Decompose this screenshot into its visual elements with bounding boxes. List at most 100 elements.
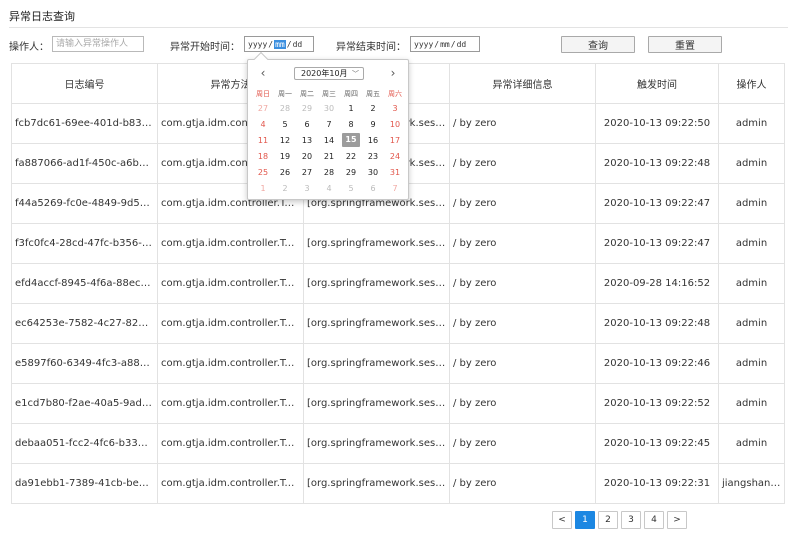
end-date-month[interactable]: mm	[440, 40, 450, 49]
calendar-day[interactable]: 23	[362, 148, 384, 164]
calendar-day[interactable]: 2	[362, 100, 384, 116]
page-button-4[interactable]: 4	[644, 511, 664, 529]
calendar-day[interactable]: 14	[318, 132, 340, 148]
calendar-day[interactable]: 3	[296, 180, 318, 196]
calendar-day[interactable]: 6	[296, 116, 318, 132]
cell-trigger-time: 2020-10-13 09:22:47	[595, 223, 719, 264]
end-date-sep-2: /	[450, 39, 456, 49]
calendar-day[interactable]: 18	[252, 148, 274, 164]
calendar-day[interactable]: 31	[384, 164, 406, 180]
calendar-day[interactable]: 7	[384, 180, 406, 196]
calendar-day[interactable]: 3	[384, 100, 406, 116]
chevron-right-icon[interactable]: ›	[387, 66, 399, 80]
calendar-day[interactable]: 27	[252, 100, 274, 116]
page-button-1[interactable]: 1	[575, 511, 595, 529]
calendar-day[interactable]: 16	[362, 132, 384, 148]
cell-operator: admin	[718, 383, 785, 424]
cell-method: com.gtja.idm.controller.TestCo...	[157, 343, 304, 384]
weekday-mon: 周一	[278, 90, 292, 98]
calendar-week: 25 26 27 28 29 30 31	[252, 164, 406, 180]
table-row: e5897f60-6349-4fc3-a889-8d... com.gtja.i…	[11, 343, 785, 384]
calendar-day[interactable]: 28	[274, 100, 296, 116]
cell-trigger-time: 2020-10-13 09:22:45	[595, 423, 719, 464]
calendar-day[interactable]: 19	[274, 148, 296, 164]
month-select[interactable]: 2020年10月 ﹀	[294, 67, 364, 80]
calendar-day[interactable]: 29	[340, 164, 362, 180]
calendar-day-selected[interactable]: 15	[340, 132, 362, 148]
calendar-day[interactable]: 1	[340, 100, 362, 116]
calendar-day[interactable]: 4	[318, 180, 340, 196]
calendar-day[interactable]: 27	[296, 164, 318, 180]
calendar-day[interactable]: 6	[362, 180, 384, 196]
cell-log-id: da91ebb1-7389-41cb-bee0-1...	[11, 463, 158, 504]
calendar-week: 4 5 6 7 8 9 10	[252, 116, 406, 132]
calendar-day[interactable]: 13	[296, 132, 318, 148]
calendar-day[interactable]: 9	[362, 116, 384, 132]
cell-detail: / by zero	[449, 103, 596, 144]
weekday-fri: 周五	[366, 90, 380, 98]
cell-exception-name: [org.springframework.session....	[303, 423, 450, 464]
calendar-day[interactable]: 10	[384, 116, 406, 132]
end-date-year[interactable]: yyyy	[414, 40, 433, 49]
reset-button[interactable]: 重置	[648, 36, 722, 53]
selected-day[interactable]: 15	[342, 133, 360, 147]
calendar-day[interactable]: 29	[296, 100, 318, 116]
cell-operator: admin	[718, 103, 785, 144]
calendar-day[interactable]: 24	[384, 148, 406, 164]
end-date-day[interactable]: dd	[457, 40, 467, 49]
calendar-day[interactable]: 12	[274, 132, 296, 148]
calendar-day[interactable]: 30	[362, 164, 384, 180]
calendar-day[interactable]: 30	[318, 100, 340, 116]
page-button-3[interactable]: 3	[621, 511, 641, 529]
prev-page-button[interactable]: <	[552, 511, 572, 529]
end-date-input[interactable]: yyyy / mm / dd	[410, 36, 480, 52]
cell-log-id: f44a5269-fc0e-4849-9d51-7e1...	[11, 183, 158, 224]
cell-log-id: debaa051-fcc2-4fc6-b338-044...	[11, 423, 158, 464]
calendar-day[interactable]: 22	[340, 148, 362, 164]
cell-detail: / by zero	[449, 143, 596, 184]
calendar-day[interactable]: 2	[274, 180, 296, 196]
page-button-2[interactable]: 2	[598, 511, 618, 529]
calendar-day[interactable]: 4	[252, 116, 274, 132]
start-date-day[interactable]: dd	[293, 40, 303, 49]
calendar-day[interactable]: 28	[318, 164, 340, 180]
calendar-day[interactable]: 20	[296, 148, 318, 164]
cell-log-id: f3fc0fc4-28cd-47fc-b356-de3e...	[11, 223, 158, 264]
next-page-button[interactable]: >	[667, 511, 687, 529]
calendar-day[interactable]: 11	[252, 132, 274, 148]
calendar-day[interactable]: 17	[384, 132, 406, 148]
cell-operator: admin	[718, 143, 785, 184]
start-date-month[interactable]: mm	[274, 39, 286, 49]
cell-trigger-time: 2020-10-13 09:22:46	[595, 343, 719, 384]
calendar-day[interactable]: 5	[340, 180, 362, 196]
table-row: da91ebb1-7389-41cb-bee0-1... com.gtja.id…	[11, 463, 785, 504]
calendar-day[interactable]: 7	[318, 116, 340, 132]
end-time-label: 异常结束时间：	[336, 42, 406, 53]
calendar-day[interactable]: 25	[252, 164, 274, 180]
cell-log-id: fa887066-ad1f-450c-a6b5-11f...	[11, 143, 158, 184]
cell-detail: / by zero	[449, 263, 596, 304]
cell-detail: / by zero	[449, 383, 596, 424]
cell-operator: jiangshanshan	[718, 463, 785, 504]
cell-trigger-time: 2020-10-13 09:22:52	[595, 383, 719, 424]
chevron-left-icon[interactable]: ‹	[257, 66, 269, 80]
cell-log-id: ec64253e-7582-4c27-8270-5c...	[11, 303, 158, 344]
query-button[interactable]: 查询	[561, 36, 635, 53]
header-detail: 异常详细信息	[449, 63, 596, 104]
cell-exception-name: [org.springframework.session....	[303, 263, 450, 304]
start-date-year[interactable]: yyyy	[248, 40, 267, 49]
calendar-day[interactable]: 1	[252, 180, 274, 196]
cell-method: com.gtja.idm.controller.TestCo...	[157, 383, 304, 424]
filter-bar: 操作人： 异常开始时间： yyyy / mm / dd 异常结束时间： yyyy…	[0, 36, 800, 54]
operator-input[interactable]	[52, 36, 144, 52]
calendar-day[interactable]: 21	[318, 148, 340, 164]
cell-detail: / by zero	[449, 183, 596, 224]
calendar-day[interactable]: 5	[274, 116, 296, 132]
table-row: f3fc0fc4-28cd-47fc-b356-de3e... com.gtja…	[11, 223, 785, 264]
cell-trigger-time: 2020-10-13 09:22:47	[595, 183, 719, 224]
calendar-day[interactable]: 8	[340, 116, 362, 132]
cell-log-id: e5897f60-6349-4fc3-a889-8d...	[11, 343, 158, 384]
calendar-day[interactable]: 26	[274, 164, 296, 180]
table-row: e1cd7b80-f2ae-40a5-9ad4-e4... com.gtja.i…	[11, 383, 785, 424]
start-date-input[interactable]: yyyy / mm / dd	[244, 36, 314, 52]
